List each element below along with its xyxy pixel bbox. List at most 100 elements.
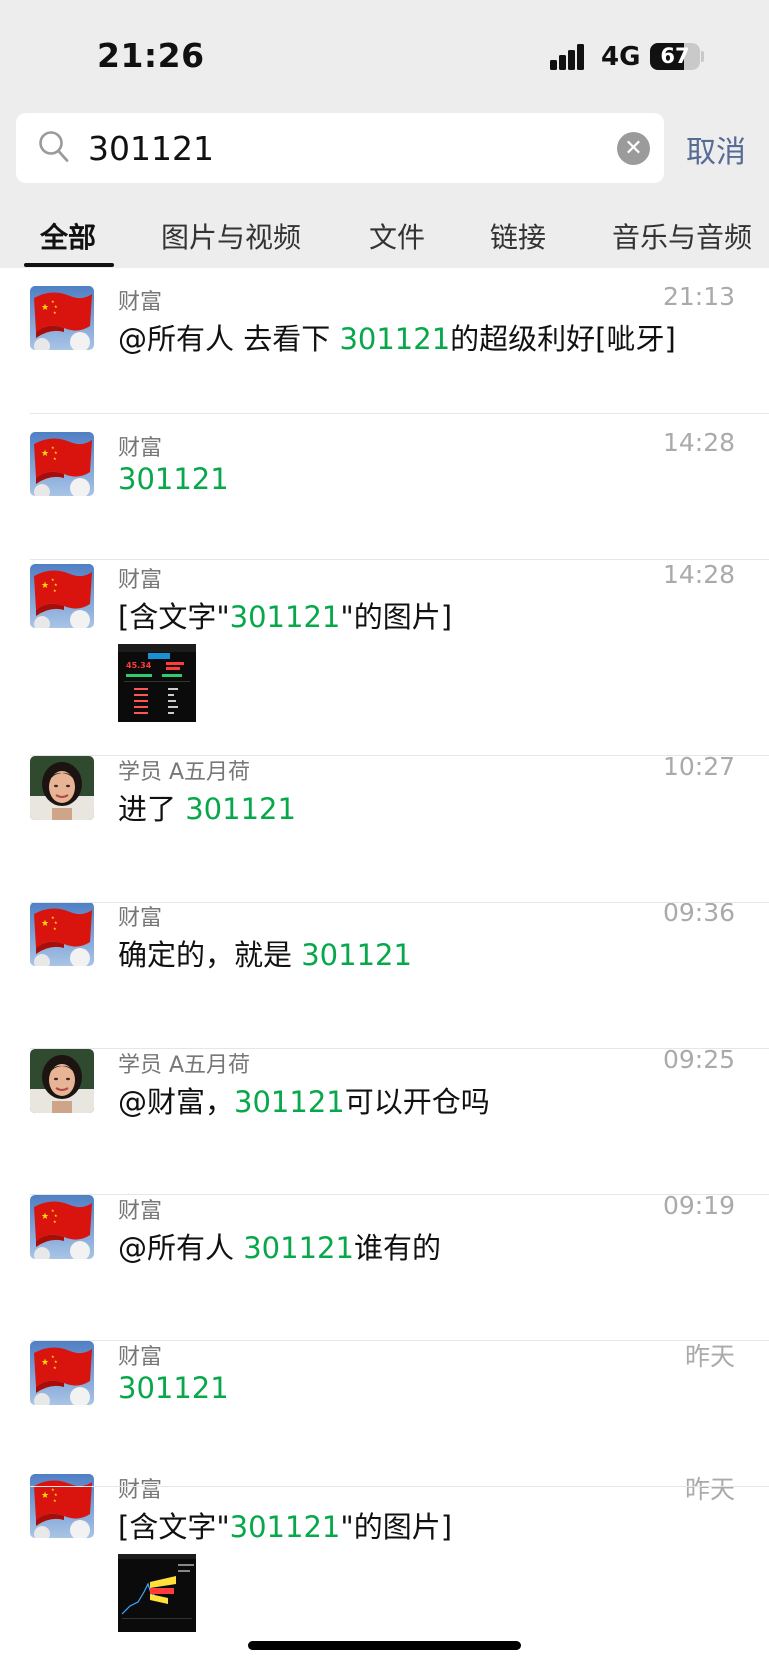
svg-text:★: ★ [53,926,57,931]
sender-name: 财富 [118,906,163,931]
search-result-item[interactable]: 学员 A五月荷 09:25 @财富，301121可以开仓吗 [0,1031,769,1171]
svg-text:★: ★ [53,1219,57,1224]
active-tab-indicator [24,263,114,267]
svg-text:★: ★ [53,1498,57,1503]
divider [30,1340,769,1341]
cellular-signal-icon [550,44,590,70]
top-header: 21:26 4G 67 ✕ 取消 全部 图片与视频 文件 链接 音乐与音频 [0,0,769,268]
avatar-flag[interactable]: ★ ★ ★ ★ [30,286,94,350]
message-time: 14:28 [662,560,735,589]
message-text-after: 的超级利好[呲牙] [450,322,676,356]
search-result-item[interactable]: 学员 A五月荷 10:27 进了 301121 [0,738,769,878]
message-text: @所有人 301121谁有的 [118,1225,441,1267]
stock-chart-thumbnail[interactable] [118,1554,196,1632]
search-result-item[interactable]: ★ ★ ★ ★ 财富 21:13 @所有人 去看下 301121的超级利好[呲牙] [0,268,769,408]
svg-text:45.34: 45.34 [126,661,152,670]
sender-name: 学员 A五月荷 [118,1053,251,1078]
svg-text:★: ★ [41,919,49,929]
avatar-flag[interactable]: ★ ★ ★ ★ [30,432,94,496]
tab-music-audio[interactable]: 音乐与音频 [612,216,752,256]
avatar-flag[interactable]: ★ ★ ★ ★ [30,1195,94,1259]
sender-name: 学员 A五月荷 [118,760,251,785]
tab-all[interactable]: 全部 [40,216,96,256]
keyword-highlight: 301121 [229,1510,341,1544]
message-text: [含文字"301121"的图片] [118,594,452,636]
keyword-highlight: 301121 [301,938,412,972]
svg-text:★: ★ [53,588,57,593]
message-time: 14:28 [662,428,735,457]
search-result-item[interactable]: ★ ★ ★ ★ 财富 昨天 301121 [0,1323,769,1463]
message-text: @所有人 去看下 301121的超级利好[呲牙] [118,316,676,358]
clear-search-icon[interactable]: ✕ [617,132,650,165]
message-time: 昨天 [684,1342,735,1371]
sender-name: 财富 [118,1345,163,1370]
message-text: 301121 [118,462,229,496]
avatar-woman[interactable] [30,1049,94,1113]
message-text: 确定的，就是 301121 [118,932,412,974]
message-text-after: 谁有的 [353,1231,441,1265]
sender-name: 财富 [118,290,163,315]
divider [30,1194,769,1195]
message-time: 10:27 [662,752,735,781]
avatar-flag[interactable]: ★ ★ ★ ★ [30,1341,94,1405]
divider [30,755,769,756]
cancel-button[interactable]: 取消 [686,127,746,171]
sender-name: 财富 [118,1478,163,1503]
avatar-flag[interactable]: ★ ★ ★ ★ [30,1474,94,1538]
battery-percent: 67 [660,44,690,68]
divider [30,1048,769,1049]
svg-text:★: ★ [54,450,58,455]
message-text: 进了 301121 [118,786,296,828]
message-text-before: @所有人 [118,1231,244,1265]
message-text-before: @财富， [118,1085,235,1119]
search-result-item[interactable]: ★ ★ ★ ★ 财富 09:19 @所有人 301121谁有的 [0,1177,769,1317]
avatar-flag[interactable]: ★ ★ ★ ★ [30,902,94,966]
search-bar[interactable]: ✕ [16,113,664,183]
search-result-item[interactable]: ★ ★ ★ ★ 财富 09:36 确定的，就是 301121 [0,884,769,1024]
search-icon [39,131,69,162]
keyword-highlight: 301121 [118,1371,229,1405]
svg-text:★: ★ [53,456,57,461]
svg-text:★: ★ [54,1359,58,1364]
tab-files[interactable]: 文件 [369,216,425,256]
search-result-item[interactable]: ★ ★ ★ ★ 财富 14:28 301121 [0,414,769,554]
search-result-item[interactable]: ★ ★ ★ ★ 财富 昨天 [含文字"301121"的图片] [0,1456,769,1632]
message-text-before: [含文字" [118,600,230,634]
svg-text:★: ★ [53,1365,57,1370]
tab-images-videos[interactable]: 图片与视频 [161,216,301,256]
sender-name: 财富 [118,568,163,593]
keyword-highlight: 301121 [339,322,451,356]
svg-text:★: ★ [54,304,58,309]
message-text: 301121 [118,1371,229,1405]
message-text-before: 进了 [118,792,186,826]
message-text-before: @所有人 去看下 [118,322,340,356]
svg-text:★: ★ [54,1213,58,1218]
svg-text:★: ★ [54,582,58,587]
avatar-flag[interactable]: ★ ★ ★ ★ [30,564,94,628]
message-time: 昨天 [684,1475,735,1504]
divider [30,413,769,414]
keyword-highlight: 301121 [243,1231,354,1265]
avatar-woman[interactable] [30,756,94,820]
message-text: @财富，301121可以开仓吗 [118,1079,490,1121]
sender-name: 财富 [118,436,163,461]
network-type: 4G [601,42,641,72]
search-input[interactable] [88,123,588,173]
tab-links[interactable]: 链接 [490,216,546,256]
stock-quote-thumbnail[interactable]: 45.34 [118,644,196,722]
svg-text:★: ★ [41,1491,49,1501]
message-text-before: 确定的，就是 [118,938,302,972]
message-time: 09:25 [662,1045,735,1074]
keyword-highlight: 301121 [185,792,296,826]
message-text-after: "的图片] [340,1510,453,1544]
svg-text:★: ★ [41,581,49,591]
keyword-highlight: 301121 [118,462,229,496]
message-text-before: [含文字" [118,1510,230,1544]
svg-text:★: ★ [54,1492,58,1497]
message-text-after: 可以开仓吗 [344,1085,490,1119]
home-indicator [248,1641,521,1650]
svg-text:★: ★ [41,1212,49,1222]
svg-text:★: ★ [53,310,57,315]
status-time: 21:26 [97,36,205,75]
search-result-item[interactable]: ★ ★ ★ ★ 财富 14:28 [含文字"301121"的图片] 45.34 [0,546,769,722]
